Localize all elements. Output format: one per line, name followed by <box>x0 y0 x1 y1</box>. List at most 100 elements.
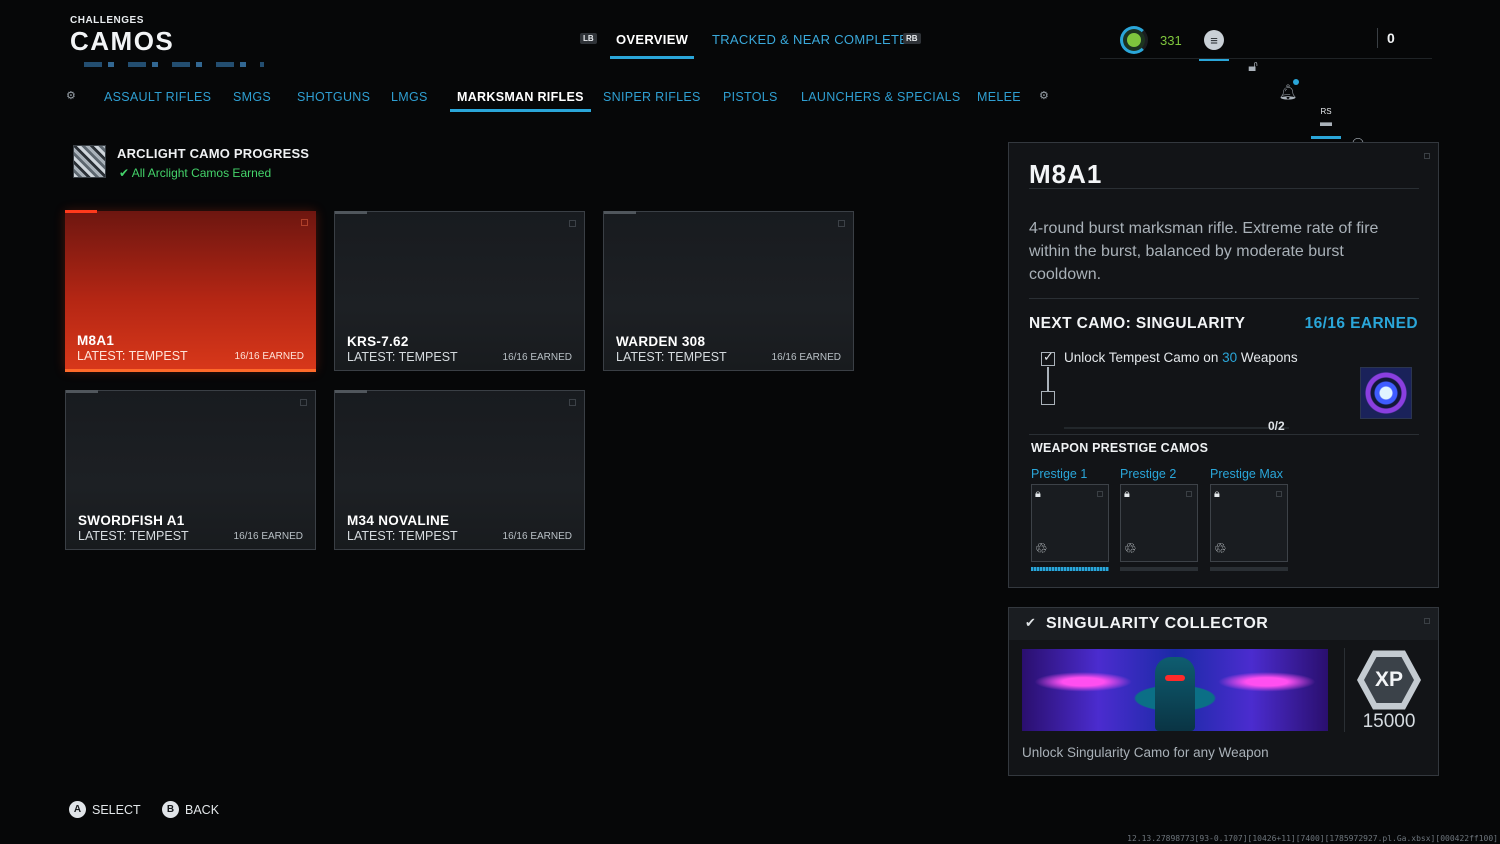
collector-description: Unlock Singularity Camo for any Weapon <box>1022 745 1269 760</box>
check-icon: ✔ <box>119 166 132 180</box>
cat-lmgs[interactable]: LMGS <box>391 90 428 104</box>
arclight-title: ARCLIGHT CAMO PROGRESS <box>117 146 310 161</box>
lock-icon: 🔒︎ <box>1035 488 1041 500</box>
section-label: CHALLENGES <box>70 15 144 26</box>
prestige-max-tile[interactable]: 🔒︎ ♲ <box>1210 484 1288 562</box>
prestige-max-progress <box>1210 567 1288 571</box>
weapon-name: M34 NOVALINE <box>347 513 450 528</box>
weapon-card-warden-308[interactable]: WARDEN 308 LATEST: TEMPEST 16/16 EARNED <box>603 211 854 371</box>
weapon-latest-camo: LATEST: TEMPEST <box>78 529 189 543</box>
select-label: SELECT <box>92 802 141 817</box>
next-camo-label: NEXT CAMO: SINGULARITY <box>1029 315 1246 332</box>
check-icon: ✔ <box>1025 615 1036 630</box>
cat-sniper-rifles[interactable]: SNIPER RIFLES <box>603 90 701 104</box>
divider <box>1344 648 1345 732</box>
cat-pistols[interactable]: PISTOLS <box>723 90 778 104</box>
challenge-progress-text: 0/2 <box>1268 419 1285 433</box>
party-count: 0 <box>1387 30 1395 46</box>
detail-weapon-name: M8A1 <box>1029 159 1103 189</box>
prestige-icon: ♲ <box>1124 540 1137 556</box>
lb-bumper-hint: LB <box>580 33 597 44</box>
divider <box>1377 28 1378 48</box>
rb-bumper-hint: RB <box>903 33 921 44</box>
xp-reward-value: 15000 <box>1362 711 1416 732</box>
prestige-2-progress <box>1120 567 1198 571</box>
level-count: 331 <box>1160 32 1182 48</box>
divider <box>1029 434 1419 435</box>
checkbox-empty-icon <box>1041 391 1055 405</box>
cat-shotguns[interactable]: SHOTGUNS <box>297 90 370 104</box>
weapon-name: SWORDFISH A1 <box>78 513 185 528</box>
divider <box>1100 58 1432 59</box>
singularity-collector-panel: ✔ SINGULARITY COLLECTOR XP 15000 Unlock … <box>1008 607 1439 776</box>
prestige-icon: ♲ <box>1214 540 1227 556</box>
tab-overview[interactable]: OVERVIEW <box>609 32 695 59</box>
weapon-card-krs-762[interactable]: KRS-7.62 LATEST: TEMPEST 16/16 EARNED <box>334 211 585 371</box>
prestige-max-label: Prestige Max <box>1210 467 1283 481</box>
checkbox-checked-icon <box>1041 349 1055 366</box>
prestige-1-tile[interactable]: 🔒︎ ♲ <box>1031 484 1109 562</box>
weapon-earned: 16/16 EARNED <box>234 351 304 362</box>
weapon-latest-camo: LATEST: TEMPEST <box>616 350 727 364</box>
weapon-earned: 16/16 EARNED <box>233 531 303 542</box>
prestige-1-progress <box>1031 567 1109 571</box>
corner-icon <box>838 220 845 227</box>
weapon-latest-camo: LATEST: TEMPEST <box>347 529 458 543</box>
weapon-earned: 16/16 EARNED <box>502 352 572 363</box>
menu-icon[interactable]: ≡ <box>1199 27 1229 61</box>
cat-marksman-rifles[interactable]: MARKSMAN RIFLES <box>450 90 591 112</box>
corner-icon <box>301 219 308 226</box>
cat-melee[interactable]: MELEE <box>977 90 1021 104</box>
arclight-camo-icon <box>73 145 106 178</box>
challenge-progress-bar <box>1064 427 1289 429</box>
weapon-description: 4-round burst marksman rifle. Extreme ra… <box>1029 220 1379 283</box>
a-button-icon: A <box>69 801 86 818</box>
status-bar: 331 <box>1120 24 1182 56</box>
prestige-2-tile[interactable]: 🔒︎ ♲ <box>1120 484 1198 562</box>
weapon-card-m34-novaline[interactable]: M34 NOVALINE LATEST: TEMPEST 16/16 EARNE… <box>334 390 585 550</box>
cat-assault-rifles[interactable]: ASSAULT RIFLES <box>104 90 211 104</box>
camo-earned-count: 16/16 EARNED <box>1304 315 1418 332</box>
connector-line <box>1047 367 1049 391</box>
prestige-2-label: Prestige 2 <box>1120 467 1177 481</box>
prestige-icon: ♲ <box>1035 540 1048 556</box>
weapon-card-m8a1[interactable]: M8A1 LATEST: TEMPEST 16/16 EARNED <box>65 210 316 372</box>
weapon-latest-camo: LATEST: TEMPEST <box>347 350 458 364</box>
cat-smgs[interactable]: SMGS <box>233 90 271 104</box>
tab-tracked-near-complete[interactable]: TRACKED & NEAR COMPLETE <box>712 32 908 47</box>
corner-icon <box>1424 153 1430 159</box>
weapon-card-swordfish-a1[interactable]: SWORDFISH A1 LATEST: TEMPEST 16/16 EARNE… <box>65 390 316 550</box>
b-button-icon: B <box>162 801 179 818</box>
challenge-requirement: Unlock Tempest Camo on 30 Weapons <box>1064 350 1298 365</box>
corner-icon <box>1424 618 1430 624</box>
back-prompt[interactable]: B BACK <box>162 801 219 818</box>
select-prompt[interactable]: A SELECT <box>69 801 141 818</box>
prestige-1-label: Prestige 1 <box>1031 467 1088 481</box>
weapon-name: M8A1 <box>77 333 115 348</box>
lb-bumper-icon: ⚙ <box>66 90 76 102</box>
weapon-name: KRS-7.62 <box>347 334 409 349</box>
lock-icon: 🔒︎ <box>1214 488 1220 500</box>
arclight-status: ✔ All Arclight Camos Earned <box>119 166 272 180</box>
weapon-detail-panel: M8A1 4-round burst marksman rifle. Extre… <box>1008 142 1439 588</box>
profile-icon[interactable]: RS ▬ <box>1311 105 1341 139</box>
back-label: BACK <box>185 802 220 817</box>
lock-icon: 🔒︎ <box>1124 488 1130 500</box>
corner-icon <box>569 220 576 227</box>
notification-icon[interactable]: 🔔︎ <box>1275 79 1301 105</box>
rank-icon[interactable] <box>1120 26 1148 54</box>
divider <box>1029 298 1419 299</box>
weapon-earned: 16/16 EARNED <box>771 352 841 363</box>
corner-icon <box>300 399 307 406</box>
cat-launchers-specials[interactable]: LAUNCHERS & SPECIALS <box>801 90 961 104</box>
collector-title: SINGULARITY COLLECTOR <box>1046 615 1269 632</box>
xp-badge-icon: XP <box>1357 650 1421 710</box>
prestige-camos-title: WEAPON PRESTIGE CAMOS <box>1031 441 1209 455</box>
divider <box>1029 188 1419 189</box>
corner-icon <box>569 399 576 406</box>
weapon-name: WARDEN 308 <box>616 334 706 349</box>
rb-bumper-icon: ⚙ <box>1039 90 1049 102</box>
unlock-icon[interactable]: 🔓︎ <box>1240 53 1266 79</box>
header-decoration <box>84 62 264 67</box>
singularity-camo-thumbnail <box>1360 367 1412 419</box>
